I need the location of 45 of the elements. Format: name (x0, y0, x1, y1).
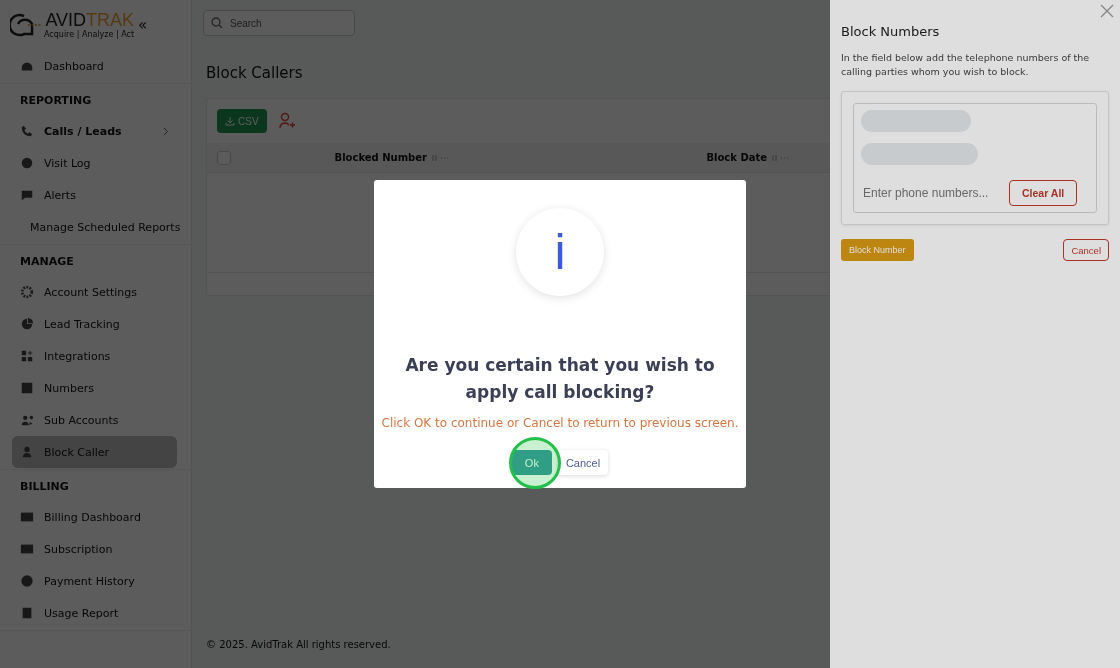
footer-text: © 2025. AvidTrak All rights reserved. (205, 639, 392, 652)
download-icon (225, 116, 235, 126)
section-heading: MANAGE (19, 254, 75, 270)
grid-icon (20, 349, 34, 363)
clear-all-button[interactable]: Clear All (1009, 180, 1078, 206)
search-icon (211, 17, 223, 29)
nav-item[interactable]: Subscription (12, 533, 177, 565)
section-heading: REPORTING (19, 93, 93, 109)
pie-chart-icon (20, 317, 34, 331)
nav-item[interactable]: Alerts (12, 179, 177, 211)
phone-icon (20, 124, 34, 138)
dialog-title: Are you certain that you wish to apply call blocking? (404, 354, 716, 404)
logo: AVIDTRAK Acquire | Analyze | Act (10, 11, 135, 39)
chevron-icon (163, 126, 169, 136)
cancel-button[interactable]: Cancel (1063, 239, 1109, 261)
nav-item[interactable]: Visit Log (12, 147, 177, 179)
collapse-icon[interactable]: « (138, 16, 148, 34)
nav-item[interactable]: Billing Dashboard (12, 501, 177, 533)
cancel-button[interactable]: Cancel (557, 450, 609, 475)
dialog-message: Click OK to continue or Cancel to return to previous screen. (381, 416, 739, 430)
column-header[interactable]: Block Date (451, 152, 791, 163)
column-header[interactable]: Blocked Number (231, 152, 451, 163)
block-number-button[interactable]: Block Number (841, 239, 914, 261)
chat-icon (20, 188, 34, 202)
user-icon (20, 445, 34, 459)
nav-item[interactable]: Account Settings (12, 276, 177, 308)
nav-item[interactable]: Usage Report (12, 597, 177, 629)
csv-button[interactable]: CSV (217, 109, 267, 133)
nav-item[interactable]: Lead Tracking (12, 308, 177, 340)
nav-item[interactable]: Dashboard (12, 50, 177, 82)
users-icon (20, 413, 34, 427)
nav-item[interactable]: Payment History (12, 565, 177, 597)
ok-button[interactable]: Ok (511, 450, 552, 475)
nav-item[interactable]: Block Caller (12, 436, 177, 468)
drawer-description: In the field below add the telephone numbers of the calling parties whom you wish to block. (841, 51, 1091, 79)
nav-item[interactable]: Integrations (12, 340, 177, 372)
drawer-title: Block Numbers (841, 24, 941, 39)
add-user-icon[interactable] (278, 112, 295, 130)
close-icon[interactable] (1100, 4, 1114, 18)
section-heading: BILLING (19, 479, 70, 495)
search-field[interactable]: Search (203, 10, 355, 36)
nav-item[interactable]: Numbers (12, 372, 177, 404)
nav-item[interactable]: Sub Accounts (12, 404, 177, 436)
page-title: Block Callers (206, 64, 303, 82)
nav-item[interactable]: Calls / Leads (12, 115, 177, 147)
